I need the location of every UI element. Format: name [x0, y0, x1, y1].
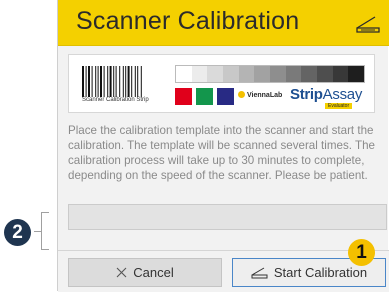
cancel-label: Cancel — [133, 265, 174, 280]
product-second: Assay — [322, 86, 363, 103]
annotation-bracket-tick — [34, 231, 41, 232]
blue-swatch — [217, 88, 234, 105]
instructions-text: Place the calibration template into the … — [68, 124, 375, 182]
grayscale-step — [191, 66, 208, 82]
close-icon — [116, 267, 127, 278]
grayscale-step — [301, 66, 318, 82]
start-calibration-label: Start Calibration — [273, 265, 368, 280]
scanner-icon — [251, 267, 268, 279]
product-main: Strip — [290, 86, 323, 103]
grayscale-step — [270, 66, 286, 82]
grayscale-step — [317, 66, 333, 82]
scanner-icon — [356, 16, 380, 33]
grayscale-step — [254, 66, 271, 82]
product-logo: StripAssay — [290, 86, 362, 103]
progress-bar — [68, 204, 387, 230]
barcode-graphic — [82, 66, 142, 97]
product-tag: Evaluator — [325, 103, 353, 109]
calibration-dialog: Scanner Calibration Scanner Calibration … — [57, 0, 389, 292]
annotation-badge-1: 1 — [348, 239, 375, 266]
grayscale-step — [332, 66, 349, 82]
grayscale-step — [348, 66, 365, 82]
calibration-strip-image: Scanner Calibration Strip ViennaLab Stri… — [68, 54, 375, 113]
grayscale-step — [238, 66, 255, 82]
cancel-button[interactable]: Cancel — [68, 258, 222, 287]
annotation-bracket — [41, 212, 49, 250]
annotation-badge-2: 2 — [4, 219, 31, 246]
barcode-label: Scanner Calibration Strip — [82, 97, 149, 103]
red-swatch — [175, 88, 192, 105]
grayscale-step — [285, 66, 302, 82]
brand-logo-icon — [238, 91, 245, 98]
green-swatch — [196, 88, 213, 105]
grayscale-step — [207, 66, 224, 82]
brand-logo: ViennaLab — [238, 91, 282, 99]
grayscale-chart — [175, 65, 365, 83]
dialog-header: Scanner Calibration — [58, 0, 389, 46]
brand-name: ViennaLab — [247, 92, 283, 99]
grayscale-step — [223, 66, 239, 82]
grayscale-step — [176, 66, 192, 82]
dialog-title: Scanner Calibration — [76, 7, 300, 35]
